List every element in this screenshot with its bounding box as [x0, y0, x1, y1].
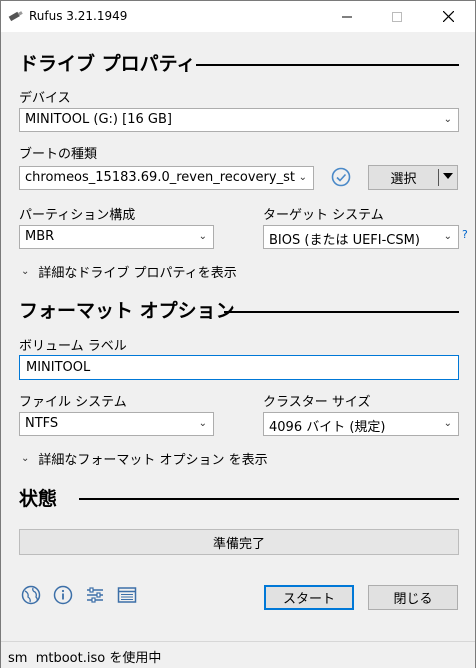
advanced-drive-toggle[interactable]: ⌄ 詳細なドライブ プロパティを表示 [21, 262, 237, 281]
globe-icon[interactable] [21, 585, 41, 605]
format-options-heading: フォーマット オプション [19, 300, 235, 322]
volume-label-input[interactable]: MINITOOL [19, 355, 459, 380]
settings-sliders-icon[interactable] [85, 585, 105, 605]
section-divider [79, 498, 459, 500]
usb-drive-icon [8, 11, 23, 22]
file-system-value: NTFS [25, 416, 59, 431]
window-title: Rufus 3.21.1949 [29, 9, 128, 23]
drive-properties-heading: ドライブ プロパティ [19, 53, 196, 75]
close-icon [442, 11, 454, 22]
rufus-window: Rufus 3.21.1949 ドライブ プロパティ デバイス MINITOOL… [0, 0, 476, 668]
close-window-button[interactable] [425, 1, 471, 32]
status-bar: sm mtboot.iso を使用中 [1, 641, 475, 668]
volume-label-label: ボリューム ラベル [19, 339, 127, 354]
boot-type-value: chromeos_15183.69.0_reven_recovery_stabl… [25, 170, 295, 185]
title-bar: Rufus 3.21.1949 [1, 1, 475, 32]
cluster-size-value: 4096 バイト (規定) [269, 420, 386, 435]
boot-type-select[interactable]: chromeos_15183.69.0_reven_recovery_stabl… [19, 166, 314, 190]
cluster-size-label: クラスター サイズ [263, 395, 371, 410]
section-divider [224, 311, 459, 313]
chevron-down-icon: ⌄ [198, 231, 207, 242]
check-circle-icon [331, 167, 351, 187]
chevron-down-icon: ⌄ [21, 453, 30, 464]
start-button[interactable]: スタート [264, 585, 354, 610]
status-text: 準備完了 [212, 536, 265, 552]
chevron-down-icon: ⌄ [443, 231, 452, 242]
status-bar-text: sm mtboot.iso を使用中 [8, 651, 162, 666]
maximize-button[interactable] [374, 1, 420, 32]
select-image-button[interactable]: 選択 [368, 165, 458, 190]
file-system-label: ファイル システム [19, 395, 127, 410]
chevron-down-icon: ⌄ [443, 418, 452, 429]
section-divider [196, 64, 459, 66]
minimize-button[interactable] [324, 1, 370, 32]
target-system-select[interactable]: BIOS (または UEFI-CSM) ⌄ [263, 225, 459, 249]
cluster-size-select[interactable]: 4096 バイト (規定) ⌄ [263, 412, 459, 436]
split-divider [438, 169, 439, 186]
info-icon[interactable] [53, 585, 73, 605]
status-progress-bar: 準備完了 [19, 529, 459, 555]
chevron-down-icon: ⌄ [21, 266, 30, 277]
advanced-drive-label: 詳細なドライブ プロパティを表示 [38, 266, 237, 281]
target-system-value: BIOS (または UEFI-CSM) [269, 233, 420, 248]
maximize-icon [392, 11, 402, 22]
device-select[interactable]: MINITOOL (G:) [16 GB] ⌄ [19, 108, 459, 132]
partition-scheme-select[interactable]: MBR ⌄ [19, 225, 214, 249]
dropdown-triangle-icon[interactable] [442, 170, 454, 186]
close-button[interactable]: 閉じる [368, 585, 458, 610]
chevron-down-icon: ⌄ [198, 418, 207, 429]
advanced-format-label: 詳細なフォーマット オプション を表示 [38, 453, 268, 468]
device-value: MINITOOL (G:) [16 GB] [25, 112, 172, 127]
help-icon[interactable]: ? [462, 228, 468, 241]
status-heading: 状態 [19, 488, 58, 510]
chevron-down-icon: ⌄ [443, 114, 452, 125]
minimize-icon [342, 16, 352, 17]
file-system-select[interactable]: NTFS ⌄ [19, 412, 214, 436]
chevron-down-icon: ⌄ [298, 172, 307, 183]
device-label: デバイス [19, 91, 71, 106]
select-button-label: 選択 [390, 172, 417, 187]
boot-type-label: ブートの種類 [19, 147, 98, 162]
target-system-label: ターゲット システム [263, 208, 384, 223]
partition-scheme-value: MBR [25, 229, 55, 244]
log-icon[interactable] [117, 585, 137, 605]
partition-scheme-label: パーティション構成 [19, 208, 136, 223]
advanced-format-toggle[interactable]: ⌄ 詳細なフォーマット オプション を表示 [21, 449, 268, 468]
